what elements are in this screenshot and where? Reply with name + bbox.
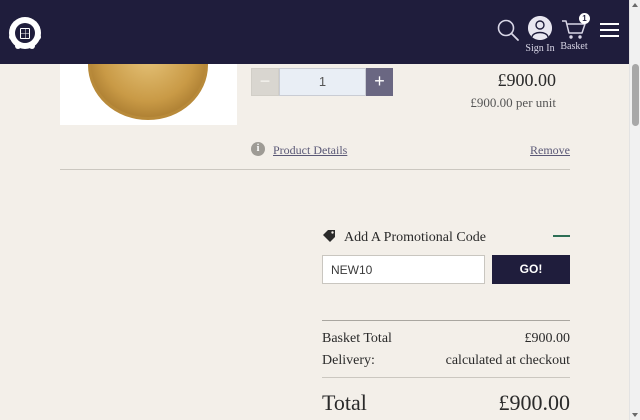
scroll-down-arrow[interactable] <box>632 413 638 417</box>
tag-icon <box>322 229 337 242</box>
delivery-value: calculated at checkout <box>445 353 570 368</box>
gold-sovereign-coin <box>88 64 208 120</box>
remove-link[interactable]: Remove <box>530 143 570 158</box>
product-details-link[interactable]: Product Details <box>273 143 347 158</box>
quantity-input[interactable]: 1 <box>279 68 366 96</box>
line-price: £900.00 <box>497 70 557 90</box>
total-value: £900.00 <box>498 390 571 415</box>
user-icon <box>528 16 552 40</box>
product-image[interactable] <box>60 64 237 125</box>
quantity-decrease-button[interactable]: − <box>251 68 279 96</box>
basket-count-badge: 1 <box>579 13 590 24</box>
search-icon[interactable] <box>496 18 520 42</box>
apply-promo-button[interactable]: GO! <box>492 255 570 284</box>
delivery-label: Delivery: <box>322 353 375 368</box>
summary-divider <box>322 320 570 321</box>
promo-code-input[interactable] <box>322 255 485 284</box>
site-header: Sign In 1 Basket <box>0 0 629 64</box>
scroll-up-arrow[interactable] <box>632 3 638 7</box>
total-divider <box>322 377 570 378</box>
page-scrollbar[interactable] <box>629 0 640 420</box>
sign-in-label: Sign In <box>525 43 555 54</box>
royal-crest-logo[interactable] <box>6 13 44 51</box>
basket-label: Basket <box>560 41 588 52</box>
basket-total-value: £900.00 <box>524 331 571 346</box>
promo-code-title[interactable]: Add A Promotional Code <box>344 230 486 246</box>
collapse-minus-icon[interactable] <box>553 235 570 237</box>
hamburger-menu-icon[interactable] <box>600 23 619 39</box>
total-label: Total <box>322 390 367 415</box>
info-icon: i <box>251 142 265 156</box>
unit-price: £900.00 per unit <box>470 95 556 110</box>
sign-in-button[interactable]: Sign In <box>522 16 558 58</box>
basket-total-label: Basket Total <box>322 331 392 346</box>
quantity-increase-button[interactable]: + <box>366 68 393 96</box>
item-divider <box>60 169 570 170</box>
scroll-thumb[interactable] <box>632 64 639 126</box>
basket-button[interactable]: 1 Basket <box>558 13 590 58</box>
